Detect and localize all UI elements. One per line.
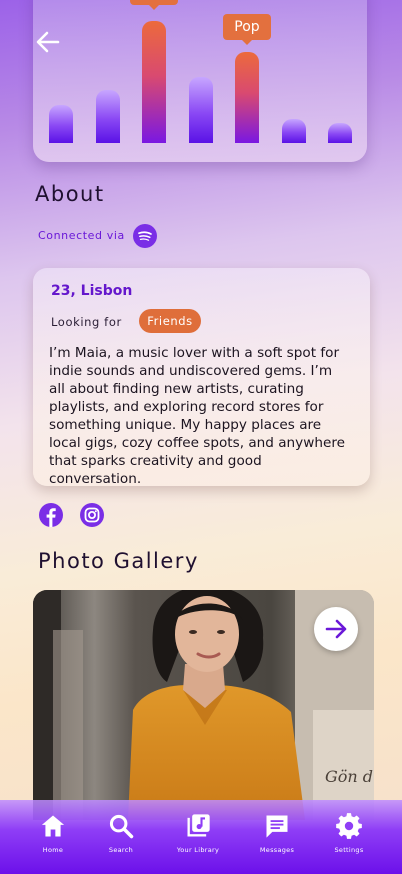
tab-home[interactable]: Home xyxy=(23,812,83,854)
tab-your-library[interactable]: Your Library xyxy=(168,812,228,854)
arrow-right-icon xyxy=(325,619,347,639)
genre-bar[interactable] xyxy=(189,77,213,143)
messages-icon xyxy=(266,815,288,838)
genre-bar[interactable] xyxy=(235,52,259,143)
home-icon xyxy=(41,815,65,837)
tab-label: Search xyxy=(108,846,134,854)
genre-bar[interactable] xyxy=(282,119,306,143)
facebook-icon[interactable] xyxy=(39,503,63,527)
tab-label: Home xyxy=(42,846,64,854)
wall-lettering: Gön d xyxy=(325,767,373,786)
genre-tooltip-partial xyxy=(130,0,178,10)
genre-bar[interactable] xyxy=(49,105,73,143)
tab-label: Your Library xyxy=(176,846,220,854)
genre-tooltip: Pop xyxy=(223,14,271,45)
next-photo-button[interactable] xyxy=(314,607,358,651)
age-location: 23, Lisbon xyxy=(51,283,133,299)
back-arrow-icon[interactable] xyxy=(34,28,62,56)
instagram-icon[interactable] xyxy=(80,503,104,527)
looking-for-badge: Friends xyxy=(139,309,201,333)
tab-search[interactable]: Search xyxy=(91,812,151,854)
tab-messages[interactable]: Messages xyxy=(247,812,307,854)
genre-bar[interactable] xyxy=(96,90,120,143)
bio-text: I’m Maia, a music lover with a soft spot… xyxy=(49,345,345,487)
looking-for-label: Looking for xyxy=(51,315,122,329)
spotify-icon[interactable] xyxy=(133,224,157,248)
tab-settings[interactable]: Settings xyxy=(319,812,379,854)
photo-gallery-title: Photo Gallery xyxy=(38,549,199,573)
library-icon xyxy=(187,814,210,837)
tab-label: Messages xyxy=(259,846,295,854)
search-icon xyxy=(109,814,134,839)
genre-bar[interactable] xyxy=(142,21,166,143)
genre-bar[interactable] xyxy=(328,123,352,143)
about-title: About xyxy=(35,182,105,206)
connected-via-label: Connected via xyxy=(38,229,125,242)
settings-icon xyxy=(336,813,362,839)
tab-label: Settings xyxy=(334,846,364,854)
